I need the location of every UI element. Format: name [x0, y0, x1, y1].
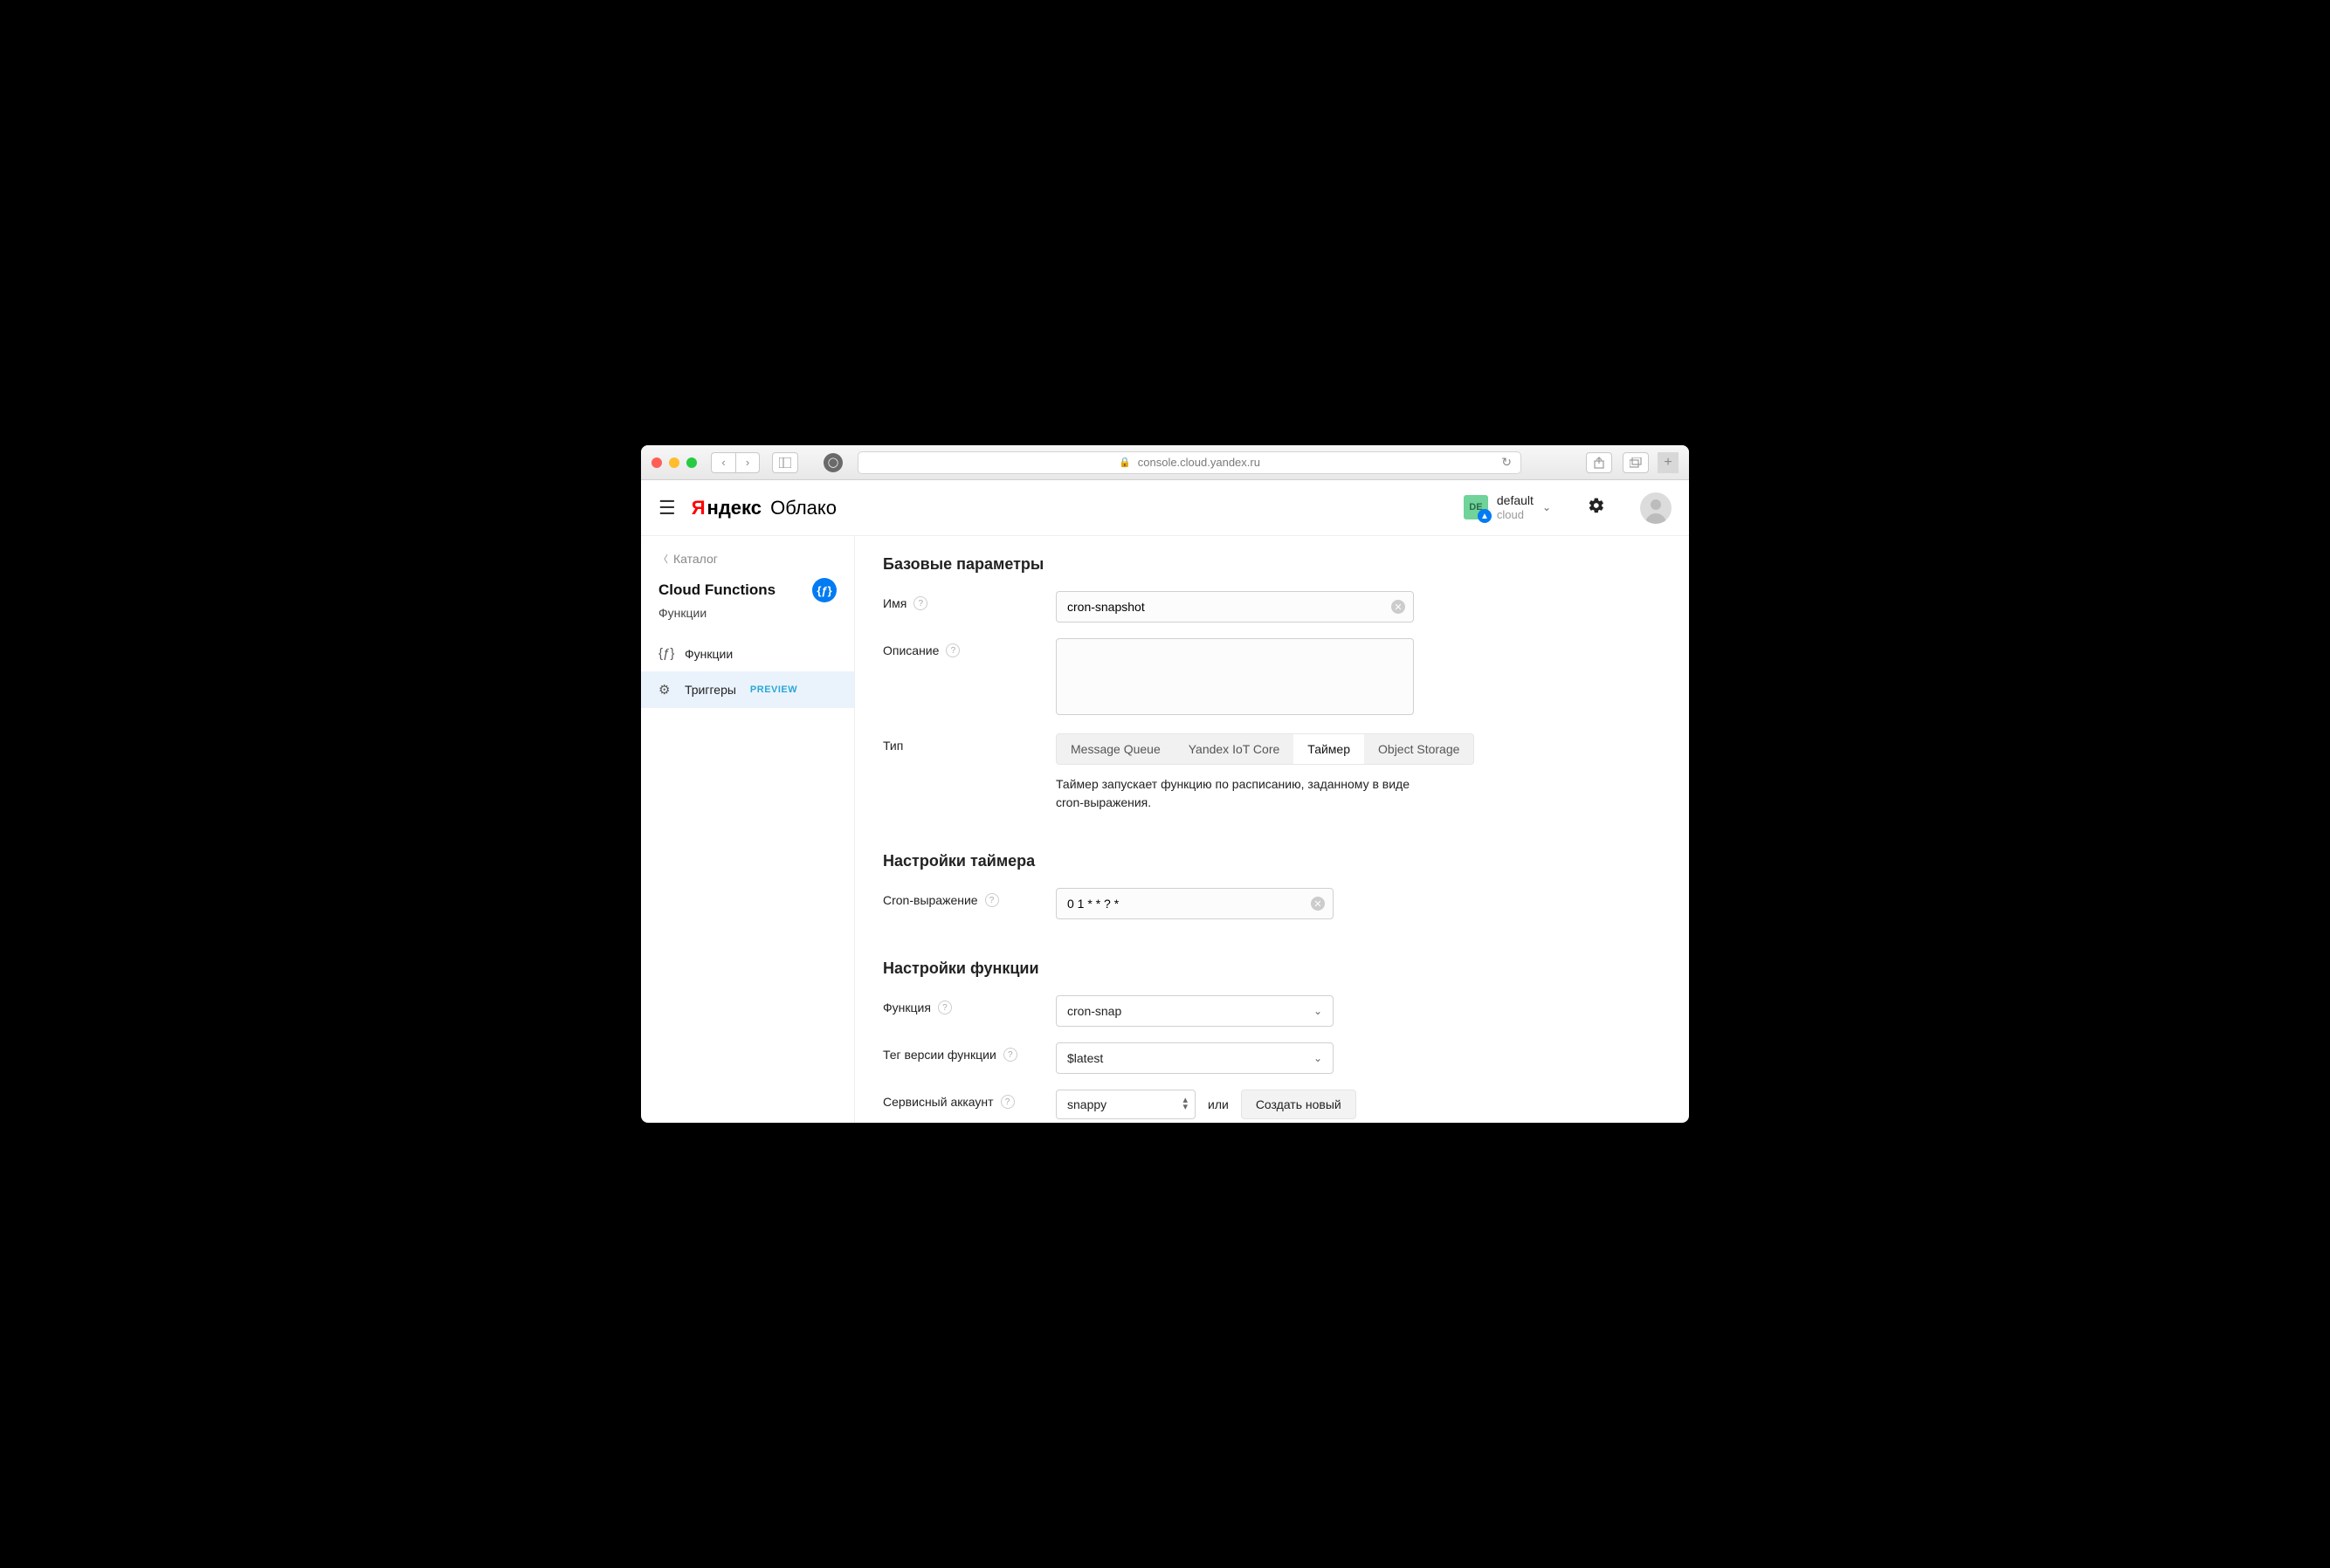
- cloud-selector[interactable]: DE ▲ default cloud ⌄: [1464, 493, 1551, 521]
- description-label: Описание: [883, 643, 939, 657]
- type-tab-timer[interactable]: Таймер: [1293, 734, 1364, 764]
- window-zoom-icon[interactable]: [686, 457, 697, 468]
- logo-yandex-rest: ндекс: [707, 497, 762, 519]
- type-tab-object-storage[interactable]: Object Storage: [1364, 734, 1473, 764]
- tag-select-value: $latest: [1067, 1051, 1103, 1065]
- name-label: Имя: [883, 596, 906, 610]
- row-cron: Cron-выражение ? ✕: [883, 888, 1661, 919]
- avatar[interactable]: [1640, 492, 1672, 524]
- row-function: Функция ? cron-snap ⌄: [883, 995, 1661, 1027]
- or-text: или: [1208, 1097, 1229, 1111]
- cron-input[interactable]: [1056, 888, 1334, 919]
- clear-icon[interactable]: ✕: [1391, 600, 1405, 614]
- type-tab-iot-core[interactable]: Yandex IoT Core: [1175, 734, 1294, 764]
- help-icon[interactable]: ?: [1003, 1048, 1017, 1062]
- url-text: console.cloud.yandex.ru: [1138, 456, 1260, 469]
- cloud-name: default: [1497, 493, 1534, 508]
- browser-chrome: ‹ › ◯ 🔒 console.cloud.yandex.ru ↻ +: [641, 445, 1689, 480]
- updown-icon: ▴▾: [1182, 1097, 1188, 1111]
- row-description: Описание ?: [883, 638, 1661, 718]
- name-input[interactable]: [1056, 591, 1414, 622]
- nav-buttons: ‹ ›: [711, 452, 760, 473]
- new-tab-button[interactable]: +: [1658, 452, 1679, 473]
- service-account-value: snappy: [1067, 1097, 1106, 1111]
- chrome-right: +: [1581, 452, 1679, 473]
- back-button[interactable]: ‹: [711, 452, 735, 473]
- lock-icon: 🔒: [1119, 457, 1131, 468]
- sidebar: 〈 Каталог Cloud Functions {ƒ} Функции {ƒ…: [641, 536, 855, 1123]
- row-name: Имя ? ✕: [883, 591, 1661, 622]
- tag-select[interactable]: $latest ⌄: [1056, 1042, 1334, 1074]
- section-basic-title: Базовые параметры: [883, 555, 1661, 574]
- chevron-left-icon: 〈: [658, 552, 668, 566]
- cloud-texts: default cloud: [1497, 493, 1534, 521]
- code-icon: {ƒ}: [658, 646, 674, 661]
- reload-icon[interactable]: ↻: [1501, 455, 1512, 470]
- type-description: Таймер запускает функцию по расписанию, …: [1056, 775, 1423, 812]
- sidebar-title-row: Cloud Functions {ƒ}: [641, 578, 854, 602]
- service-account-select[interactable]: snappy ▴▾: [1056, 1090, 1196, 1119]
- sidebar-toggle-button[interactable]: [772, 452, 798, 473]
- app: ☰ Яндекс Облако DE ▲ default cloud ⌄: [641, 480, 1689, 1123]
- help-icon[interactable]: ?: [938, 1001, 952, 1014]
- tag-label: Тег версии функции: [883, 1048, 996, 1062]
- description-input[interactable]: [1056, 638, 1414, 715]
- window-close-icon[interactable]: [651, 457, 662, 468]
- breadcrumb-label: Каталог: [673, 552, 718, 566]
- chevron-down-icon: ⌄: [1313, 1005, 1322, 1017]
- section-timer-title: Настройки таймера: [883, 852, 1661, 870]
- type-tab-message-queue[interactable]: Message Queue: [1057, 734, 1175, 764]
- window-minimize-icon[interactable]: [669, 457, 679, 468]
- browser-window: ‹ › ◯ 🔒 console.cloud.yandex.ru ↻ + ☰ Ян…: [641, 445, 1689, 1123]
- sidebar-title: Cloud Functions: [658, 581, 776, 599]
- cloud-badge: DE ▲: [1464, 495, 1488, 519]
- preview-badge: PREVIEW: [750, 684, 797, 695]
- function-label: Функция: [883, 1001, 931, 1014]
- logo[interactable]: Яндекс Облако: [692, 497, 837, 519]
- main: Базовые параметры Имя ? ✕ Описание ?: [855, 536, 1689, 1123]
- sidebar-item-functions[interactable]: {ƒ} Функции: [641, 636, 854, 671]
- functions-icon: {ƒ}: [812, 578, 837, 602]
- cloud-up-icon: ▲: [1478, 509, 1492, 523]
- function-select-value: cron-snap: [1067, 1004, 1121, 1018]
- help-icon[interactable]: ?: [1001, 1095, 1015, 1109]
- section-function-title: Настройки функции: [883, 959, 1661, 978]
- create-new-label: Создать новый: [1256, 1097, 1341, 1111]
- type-label: Тип: [883, 739, 903, 753]
- chevron-down-icon: ⌄: [1313, 1052, 1322, 1064]
- help-icon[interactable]: ?: [913, 596, 927, 610]
- breadcrumb[interactable]: 〈 Каталог: [641, 552, 854, 578]
- type-tabs: Message Queue Yandex IoT Core Таймер Obj…: [1056, 733, 1474, 765]
- row-tag: Тег версии функции ? $latest ⌄: [883, 1042, 1661, 1074]
- help-icon[interactable]: ?: [985, 893, 999, 907]
- cron-label: Cron-выражение: [883, 893, 978, 907]
- row-service-account: Сервисный аккаунт ? snappy ▴▾ или Создат…: [883, 1090, 1661, 1119]
- app-topbar: ☰ Яндекс Облако DE ▲ default cloud ⌄: [641, 480, 1689, 536]
- forward-button[interactable]: ›: [735, 452, 760, 473]
- gear-icon: ⚙: [658, 682, 674, 698]
- sidebar-item-triggers[interactable]: ⚙ Триггеры PREVIEW: [641, 671, 854, 708]
- tabs-button[interactable]: [1623, 452, 1649, 473]
- url-bar[interactable]: ◯ 🔒 console.cloud.yandex.ru ↻: [858, 451, 1521, 474]
- create-new-button[interactable]: Создать новый: [1241, 1090, 1356, 1119]
- settings-icon[interactable]: [1588, 497, 1605, 519]
- help-icon[interactable]: ?: [946, 643, 960, 657]
- sidebar-subtitle: Функции: [641, 602, 854, 636]
- chevron-down-icon: ⌄: [1542, 501, 1551, 513]
- logo-letter-y: Я: [692, 497, 706, 519]
- menu-icon[interactable]: ☰: [658, 497, 676, 519]
- cloud-sub: cloud: [1497, 508, 1534, 522]
- sidebar-item-label: Триггеры: [685, 683, 736, 697]
- traffic-lights: [651, 457, 697, 468]
- clear-icon[interactable]: ✕: [1311, 897, 1325, 911]
- function-select[interactable]: cron-snap ⌄: [1056, 995, 1334, 1027]
- row-type: Тип Message Queue Yandex IoT Core Таймер…: [883, 733, 1661, 812]
- sidebar-item-label: Функции: [685, 647, 733, 661]
- logo-cloud-word: Облако: [770, 497, 837, 519]
- content: 〈 Каталог Cloud Functions {ƒ} Функции {ƒ…: [641, 536, 1689, 1123]
- privacy-shield-icon[interactable]: ◯: [824, 453, 843, 472]
- share-button[interactable]: [1586, 452, 1612, 473]
- service-account-label: Сервисный аккаунт: [883, 1095, 994, 1109]
